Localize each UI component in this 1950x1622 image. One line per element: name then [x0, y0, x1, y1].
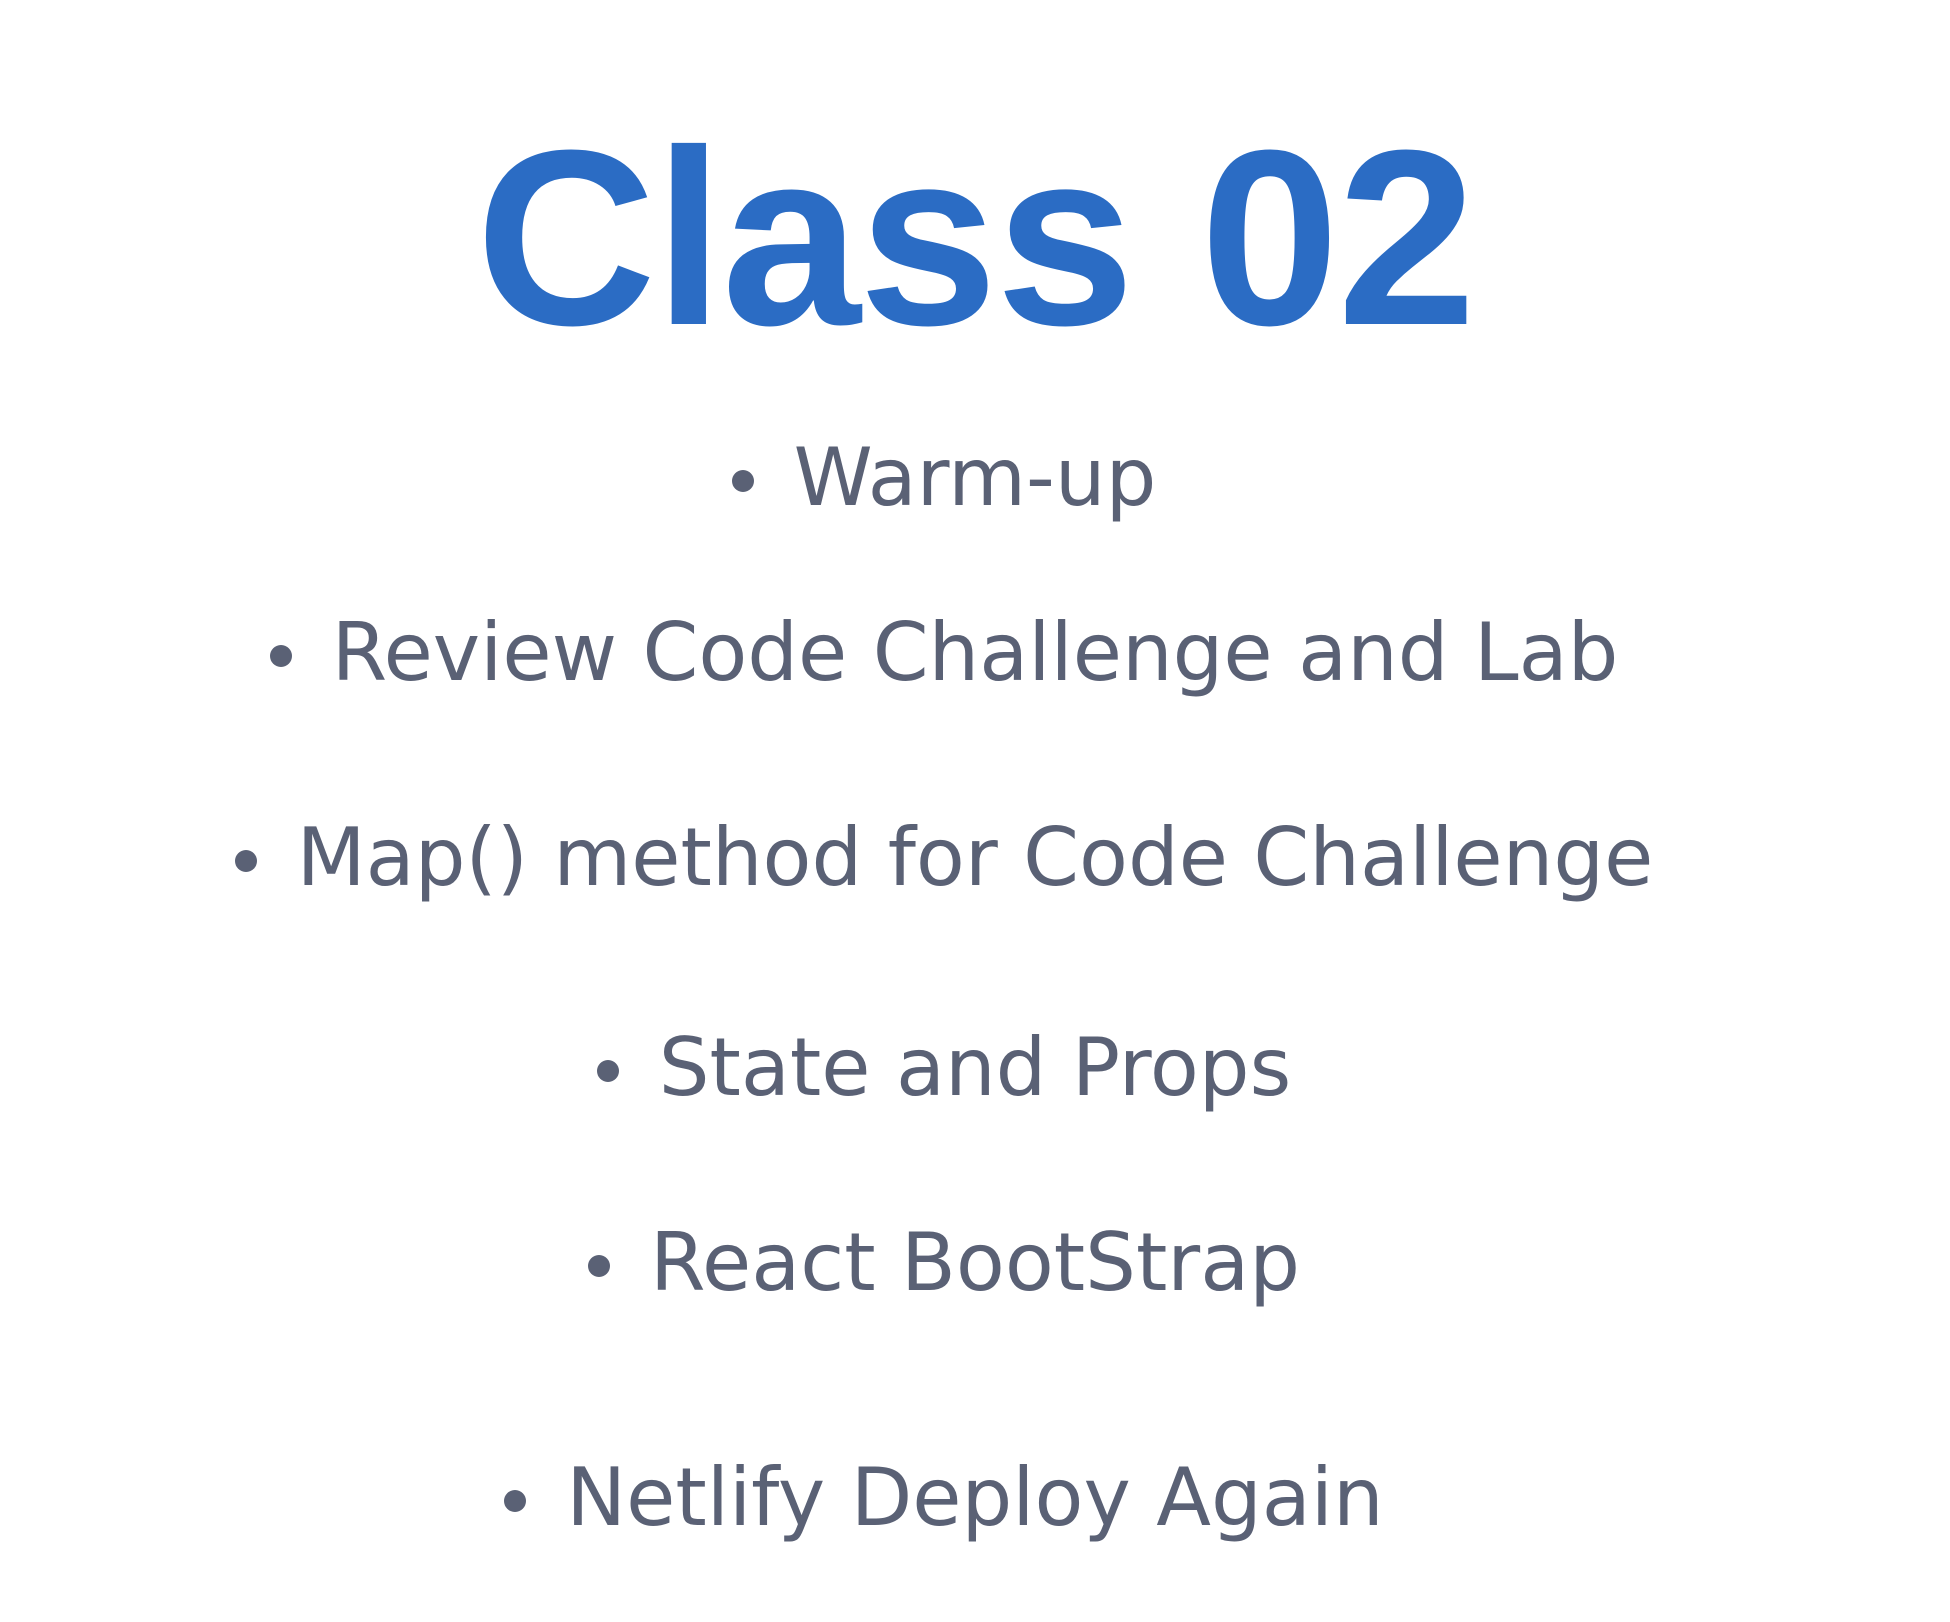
bullet-dot-icon	[731, 470, 754, 492]
bullet-dot-icon	[504, 1490, 527, 1512]
list-item-label: Warm-up	[793, 431, 1157, 524]
list-item: Netlify Deploy Again	[0, 1448, 1950, 1548]
list-item: State and Props	[0, 1018, 1950, 1118]
list-item-label: React BootStrap	[650, 1216, 1300, 1309]
list-item-label: Netlify Deploy Again	[566, 1451, 1384, 1544]
agenda-list: Warm-up Review Code Challenge and Lab Ma…	[0, 0, 1950, 1622]
list-item: Warm-up	[0, 428, 1950, 528]
list-item: Review Code Challenge and Lab	[0, 603, 1950, 703]
list-item: React BootStrap	[0, 1213, 1950, 1313]
bullet-dot-icon	[234, 850, 257, 872]
list-item-label: Review Code Challenge and Lab	[331, 606, 1619, 699]
bullet-dot-icon	[269, 645, 292, 667]
bullet-dot-icon	[588, 1255, 610, 1277]
slide: Class 02 Warm-up Review Code Challenge a…	[0, 0, 1950, 1622]
list-item-label: Map() method for Code Challenge	[296, 811, 1654, 904]
bullet-dot-icon	[596, 1060, 619, 1082]
list-item: Map() method for Code Challenge	[0, 808, 1950, 908]
list-item-label: State and Props	[658, 1021, 1292, 1114]
